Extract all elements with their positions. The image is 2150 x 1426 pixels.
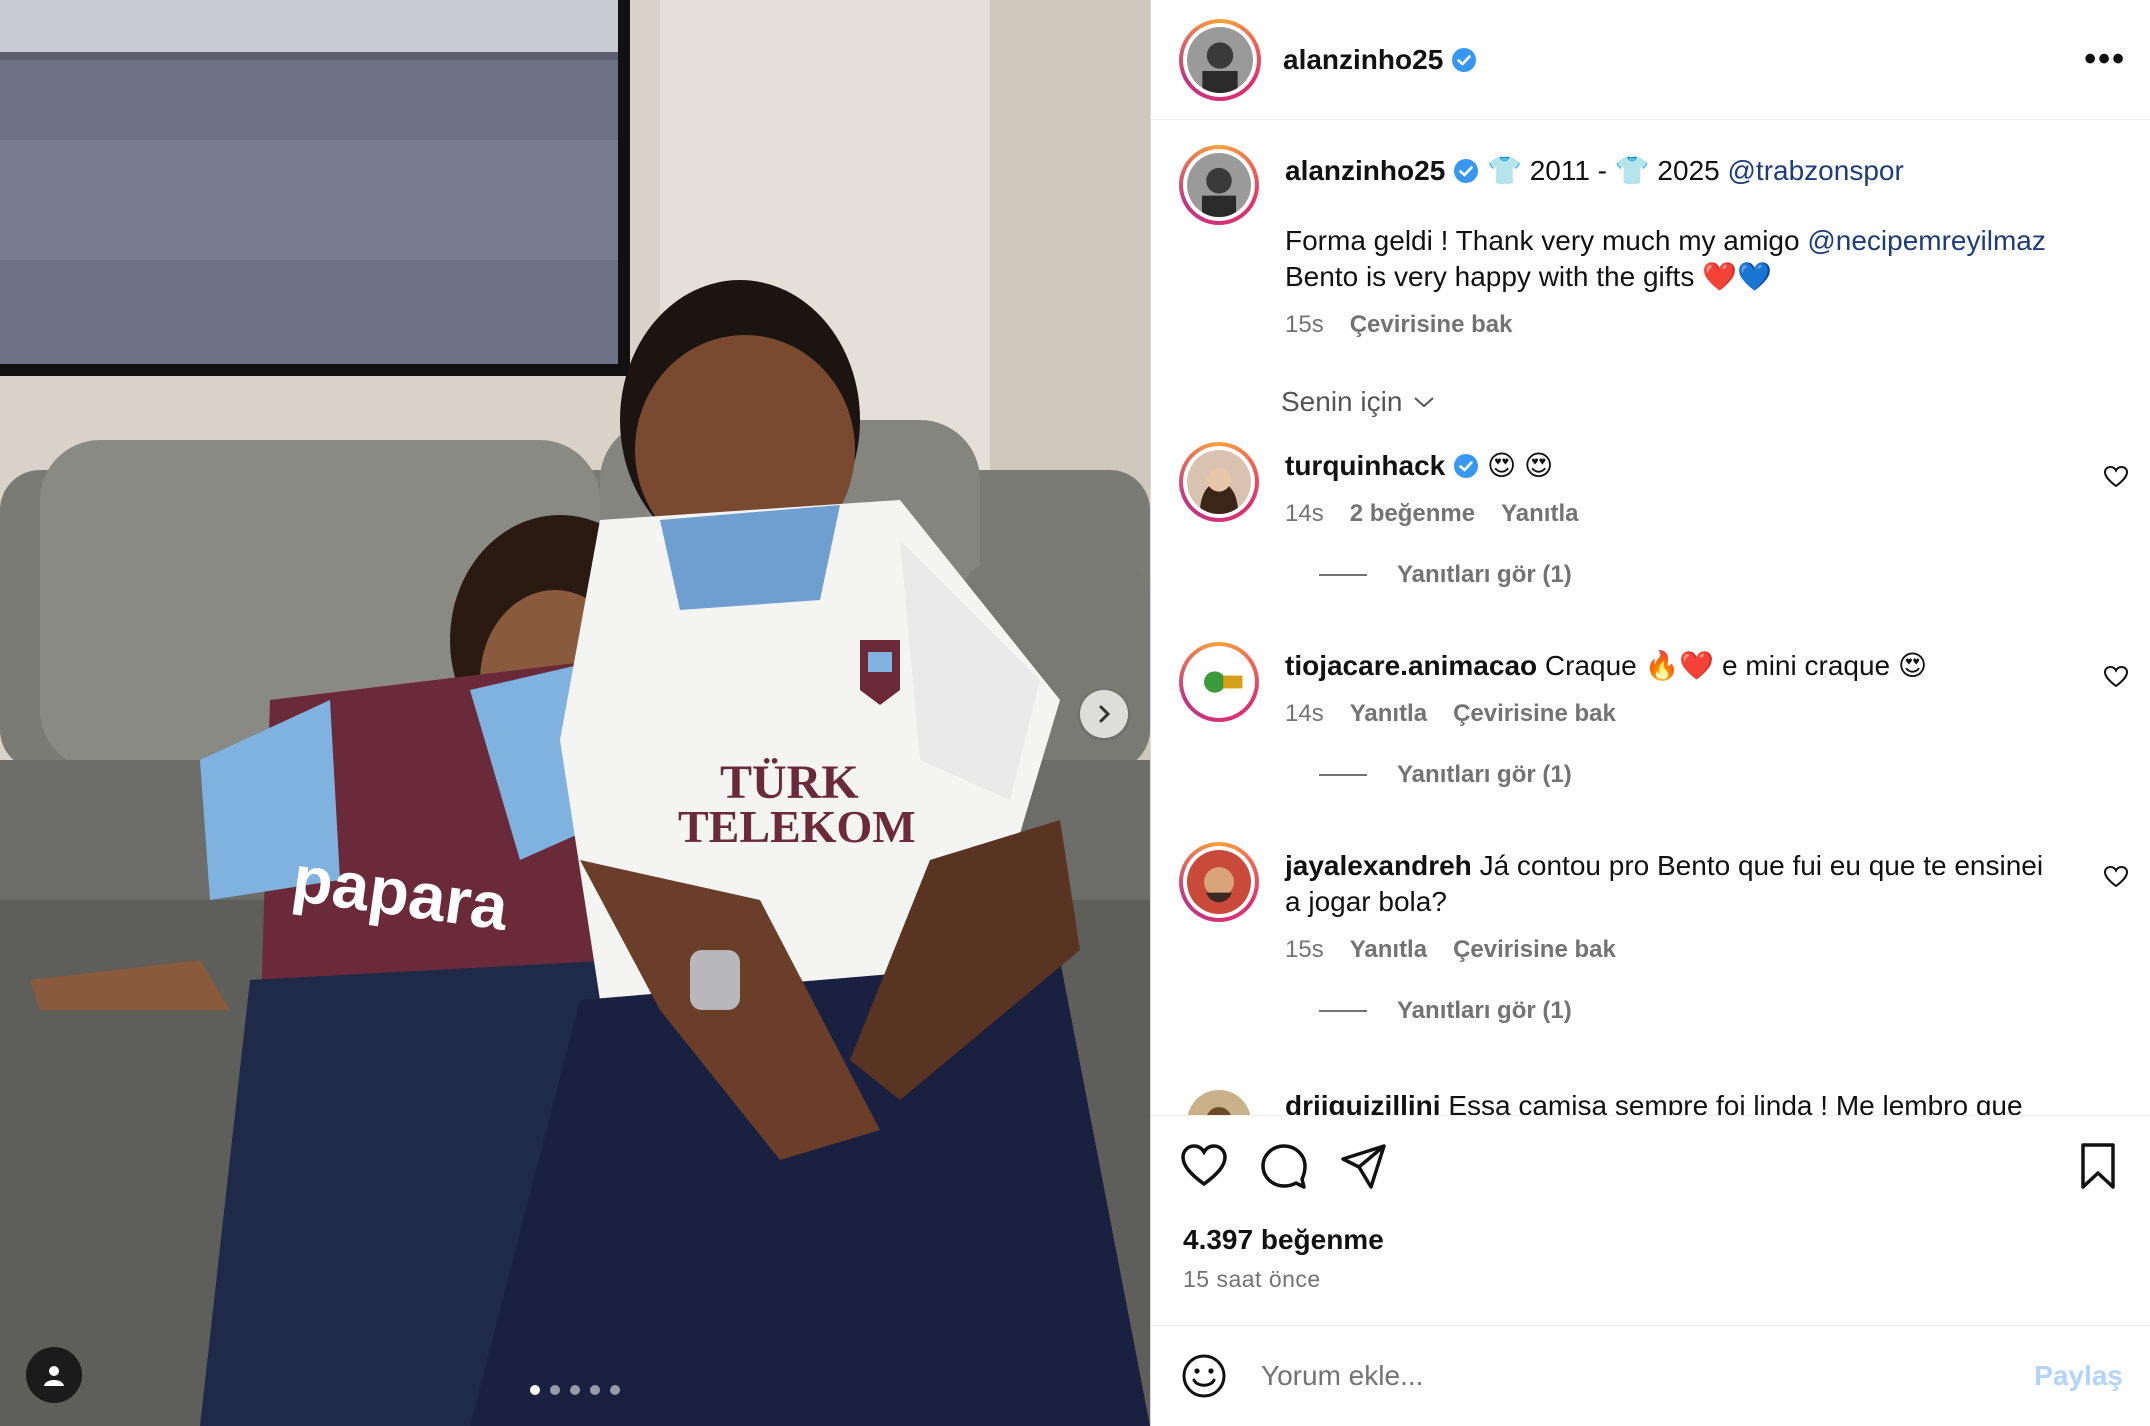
comment-like-heart-icon[interactable] bbox=[2103, 864, 2129, 890]
comment-item: tiojacare.animacao Craque 🔥❤️ e mini cra… bbox=[1179, 642, 2129, 732]
post-side-panel: alanzinho25 ••• alanzinho25 👕 2011 - � bbox=[1150, 0, 2150, 1426]
likes-count[interactable]: 4.397 beğenme bbox=[1183, 1224, 1384, 1256]
chevron-down-icon bbox=[1414, 397, 1435, 408]
commenter-avatar[interactable] bbox=[1179, 442, 1259, 522]
comment-bubble-icon[interactable] bbox=[1259, 1141, 1309, 1191]
carousel-dot bbox=[570, 1385, 580, 1395]
view-replies-label: Yanıtları gör (1) bbox=[1397, 561, 1572, 588]
reply-link[interactable]: Yanıtla bbox=[1501, 496, 1578, 532]
translate-link[interactable]: Çevirisine bak bbox=[1453, 932, 1616, 968]
commenter-avatar[interactable] bbox=[1179, 1082, 1259, 1115]
mention-link[interactable]: @trabzonspor bbox=[1728, 155, 1904, 186]
send-paper-plane-icon[interactable] bbox=[1339, 1141, 1389, 1191]
carousel-dot bbox=[590, 1385, 600, 1395]
comment-text: Essa camisa sempre foi linda ! Me lembro… bbox=[1448, 1090, 2023, 1115]
author-username[interactable]: alanzinho25 bbox=[1283, 44, 1443, 76]
caption-line2: Forma geldi ! Thank very much my amigo bbox=[1285, 225, 1800, 256]
post-photo[interactable]: TÜRK TELEKOM papara bbox=[0, 0, 1150, 1426]
instagram-post-view: TÜRK TELEKOM papara alanzinho25 ••• alan… bbox=[0, 0, 2150, 1426]
comment-sort-dropdown[interactable]: Senin için bbox=[1281, 386, 1436, 418]
view-replies-link[interactable]: Yanıtları gör (1) bbox=[1319, 761, 1572, 789]
comment-item: jayalexandreh Já contou pro Bento que fu… bbox=[1179, 842, 2129, 968]
reply-link[interactable]: Yanıtla bbox=[1350, 696, 1427, 732]
comment-time[interactable]: 15s bbox=[1285, 932, 1324, 968]
comment-time[interactable]: 14s bbox=[1285, 496, 1324, 532]
comment-username[interactable]: driiguizillini bbox=[1285, 1090, 1441, 1115]
post-header: alanzinho25 ••• bbox=[1151, 0, 2150, 120]
comment-text: Craque 🔥❤️ e mini craque 😍 bbox=[1544, 650, 1928, 681]
carousel-dot bbox=[550, 1385, 560, 1395]
comment-likes[interactable]: 2 beğenme bbox=[1350, 496, 1475, 532]
author-avatar[interactable] bbox=[1179, 145, 1259, 225]
caption-line1: 👕 2011 - 👕 2025 bbox=[1487, 155, 1720, 186]
post-actions: 4.397 beğenme 15 saat önce bbox=[1151, 1115, 2150, 1325]
view-replies-link[interactable]: Yanıtları gör (1) bbox=[1319, 997, 1572, 1025]
commenter-avatar[interactable] bbox=[1179, 842, 1259, 922]
carousel-dot bbox=[610, 1385, 620, 1395]
tagged-users-button[interactable] bbox=[26, 1347, 82, 1403]
chevron-right-icon bbox=[1099, 705, 1111, 723]
emoji-smiley-icon[interactable] bbox=[1179, 1351, 1229, 1401]
heart-icon[interactable] bbox=[1179, 1141, 1229, 1191]
post-caption: alanzinho25 👕 2011 - 👕 2025 @trabzonspor… bbox=[1179, 145, 2129, 343]
caption-line3: Bento is very happy with the gifts ❤️💙 bbox=[1285, 261, 1772, 292]
bookmark-icon[interactable] bbox=[2073, 1141, 2123, 1191]
view-replies-label: Yanıtları gör (1) bbox=[1397, 997, 1572, 1024]
view-replies-label: Yanıtları gör (1) bbox=[1397, 761, 1572, 788]
comment-username[interactable]: jayalexandreh bbox=[1285, 850, 1472, 881]
comment-input[interactable] bbox=[1261, 1360, 2035, 1392]
more-options-icon[interactable]: ••• bbox=[2084, 40, 2126, 79]
comment-text: 😍 😍 bbox=[1487, 450, 1554, 481]
jersey-text-telekom: TELEKOM bbox=[678, 801, 916, 852]
carousel-dot bbox=[530, 1385, 540, 1395]
author-avatar[interactable] bbox=[1179, 18, 1261, 101]
comment-time[interactable]: 14s bbox=[1285, 696, 1324, 732]
translate-link[interactable]: Çevirisine bak bbox=[1350, 307, 1513, 343]
carousel-indicator bbox=[530, 1385, 620, 1395]
post-comment-button[interactable]: Paylaş bbox=[2034, 1360, 2123, 1392]
comment-username[interactable]: tiojacare.animacao bbox=[1285, 650, 1537, 681]
photo-scene: TÜRK TELEKOM papara bbox=[0, 0, 1150, 1426]
reply-link[interactable]: Yanıtla bbox=[1350, 932, 1427, 968]
comments-scroll-area[interactable]: alanzinho25 👕 2011 - 👕 2025 @trabzonspor… bbox=[1151, 121, 2150, 1115]
comment-like-heart-icon[interactable] bbox=[2103, 664, 2129, 690]
verified-badge-icon bbox=[1454, 159, 1479, 183]
commenter-avatar[interactable] bbox=[1179, 642, 1259, 722]
caption-time[interactable]: 15s bbox=[1285, 307, 1324, 343]
add-comment-bar: Paylaş bbox=[1151, 1325, 2150, 1426]
comment-username[interactable]: turquinhack bbox=[1285, 450, 1445, 481]
view-replies-link[interactable]: Yanıtları gör (1) bbox=[1319, 561, 1572, 589]
next-slide-button[interactable] bbox=[1080, 690, 1128, 738]
comment-item: turquinhack 😍 😍 14s 2 beğenme Yanıtla bbox=[1179, 442, 2129, 532]
mention-link[interactable]: @necipemreyilmaz bbox=[1807, 225, 2046, 256]
comment-sort-label: Senin için bbox=[1281, 386, 1403, 417]
user-tag-icon bbox=[44, 1366, 64, 1386]
verified-badge-icon bbox=[1452, 47, 1477, 72]
comment-item: driiguizillini Essa camisa sempre foi li… bbox=[1179, 1082, 2129, 1115]
post-timestamp[interactable]: 15 saat önce bbox=[1183, 1266, 1321, 1293]
verified-badge-icon bbox=[1454, 454, 1479, 478]
translate-link[interactable]: Çevirisine bak bbox=[1453, 696, 1616, 732]
caption-username[interactable]: alanzinho25 bbox=[1285, 155, 1445, 186]
comment-like-heart-icon[interactable] bbox=[2103, 464, 2129, 490]
